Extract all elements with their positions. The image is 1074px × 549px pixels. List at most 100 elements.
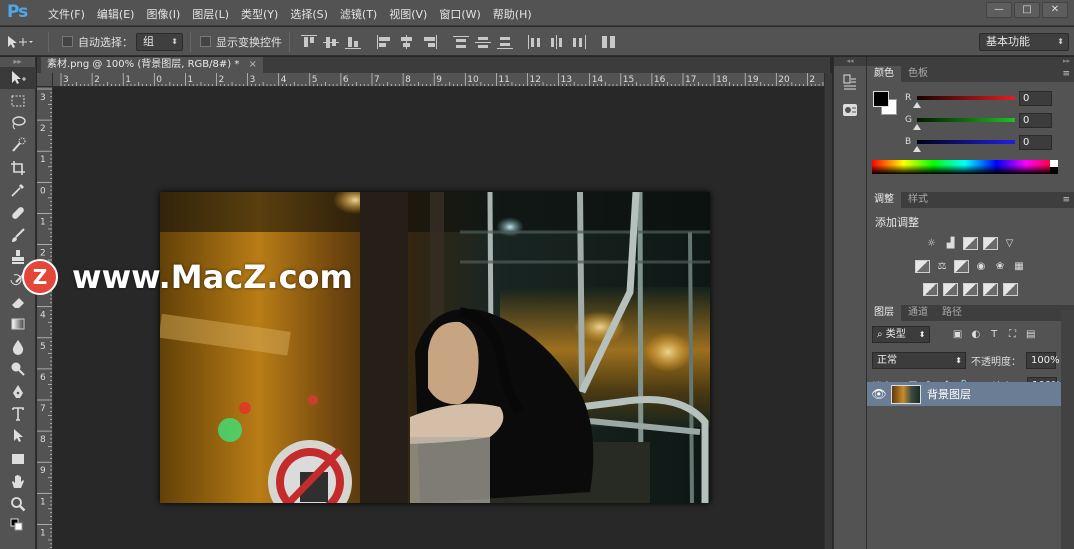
- tab-swatches[interactable]: 色板: [901, 66, 935, 82]
- white-swatch[interactable]: [1050, 160, 1058, 167]
- menu-help[interactable]: 帮助(H): [487, 6, 538, 22]
- black-white-icon[interactable]: [954, 260, 969, 273]
- invert-icon[interactable]: [923, 283, 938, 296]
- menu-layer[interactable]: 图层(L): [186, 6, 235, 22]
- quick-selection-tool-icon[interactable]: [0, 134, 36, 156]
- opacity-input[interactable]: 100%: [1026, 351, 1060, 369]
- pen-tool-icon[interactable]: [0, 380, 36, 402]
- crop-tool-icon[interactable]: [0, 157, 36, 179]
- green-slider[interactable]: [917, 118, 1015, 122]
- green-value-input[interactable]: 0: [1019, 113, 1052, 128]
- color-spectrum-ramp[interactable]: [872, 160, 1058, 174]
- auto-select-checkbox[interactable]: [62, 36, 73, 47]
- color-lookup-icon[interactable]: ▦: [1012, 260, 1026, 274]
- align-right-icon[interactable]: [421, 34, 437, 49]
- filter-pixel-icon[interactable]: ▣: [951, 327, 964, 341]
- auto-select-dropdown[interactable]: 组 ⬍: [136, 32, 183, 51]
- align-left-icon[interactable]: [377, 34, 393, 49]
- maximize-button[interactable]: □: [1014, 2, 1040, 18]
- color-balance-icon[interactable]: ⚖: [935, 260, 949, 274]
- zoom-tool-icon[interactable]: [0, 492, 36, 514]
- distribute-left-icon[interactable]: [527, 34, 543, 49]
- threshold-icon[interactable]: [963, 283, 978, 296]
- path-selection-tool-icon[interactable]: [0, 425, 36, 447]
- posterize-icon[interactable]: [943, 283, 958, 296]
- red-slider[interactable]: [917, 96, 1015, 100]
- distribute-bottom-icon[interactable]: [497, 35, 513, 49]
- distribute-top-icon[interactable]: [453, 35, 469, 49]
- auto-align-icon[interactable]: [601, 35, 617, 49]
- panel-collapse-icon[interactable]: ▸▸: [0, 57, 35, 67]
- close-tab-icon[interactable]: ×: [249, 59, 257, 70]
- filter-shape-icon[interactable]: ⛶: [1006, 327, 1019, 341]
- align-bottom-icon[interactable]: [345, 35, 361, 49]
- curves-icon[interactable]: [962, 237, 978, 250]
- menu-view[interactable]: 视图(V): [383, 6, 433, 22]
- dock-collapse-icon[interactable]: ◂◂: [834, 57, 866, 66]
- align-hcenter-icon[interactable]: [399, 34, 415, 49]
- tab-layers[interactable]: 图层: [867, 305, 901, 321]
- menu-file[interactable]: 文件(F): [42, 6, 91, 22]
- align-vcenter-icon[interactable]: [323, 35, 339, 49]
- foreground-color-swatch[interactable]: [873, 91, 889, 107]
- vertical-ruler[interactable]: 321012345678911: [37, 87, 53, 549]
- canvas-area[interactable]: [54, 88, 824, 549]
- menu-image[interactable]: 图像(I): [140, 6, 186, 22]
- channel-mixer-icon[interactable]: ❀: [993, 260, 1007, 274]
- green-slider-thumb[interactable]: [913, 124, 921, 130]
- tab-paths[interactable]: 路径: [935, 305, 969, 321]
- distribute-hcenter-icon[interactable]: [549, 34, 565, 49]
- eyedropper-tool-icon[interactable]: [0, 179, 36, 201]
- dodge-tool-icon[interactable]: [0, 358, 36, 380]
- exposure-icon[interactable]: [982, 237, 998, 250]
- eye-visibility-icon[interactable]: 👁: [867, 387, 891, 401]
- filter-adjustment-icon[interactable]: ◐: [969, 327, 982, 341]
- brush-tool-icon[interactable]: [0, 224, 36, 246]
- menu-filter[interactable]: 滤镜(T): [334, 6, 383, 22]
- show-transform-checkbox[interactable]: [200, 36, 211, 47]
- brightness-contrast-icon[interactable]: ☼: [925, 237, 939, 251]
- menu-select[interactable]: 选择(S): [284, 6, 334, 22]
- marquee-tool-icon[interactable]: [0, 89, 36, 111]
- workspace-dropdown[interactable]: 基本功能 ⬍: [979, 32, 1069, 51]
- properties-panel-icon[interactable]: [837, 98, 863, 122]
- move-tool-icon[interactable]: [0, 67, 36, 90]
- blue-value-input[interactable]: 0: [1019, 135, 1052, 150]
- tab-color[interactable]: 颜色: [867, 66, 901, 82]
- distribute-vcenter-icon[interactable]: [475, 35, 491, 49]
- filter-type-icon[interactable]: T: [988, 327, 1001, 341]
- blue-slider[interactable]: [917, 140, 1015, 144]
- tab-adjustments[interactable]: 调整: [867, 192, 901, 208]
- type-tool-icon[interactable]: [0, 403, 36, 425]
- hue-saturation-icon[interactable]: [915, 260, 930, 273]
- red-value-input[interactable]: 0: [1019, 91, 1052, 106]
- align-top-icon[interactable]: [301, 34, 317, 49]
- healing-brush-tool-icon[interactable]: [0, 201, 36, 223]
- canvas-vertical-scrollbar[interactable]: [824, 73, 832, 549]
- gradient-tool-icon[interactable]: [0, 313, 36, 335]
- blue-slider-thumb[interactable]: [913, 146, 921, 152]
- blend-mode-dropdown[interactable]: 正常 ⬍: [872, 351, 966, 369]
- hand-tool-icon[interactable]: [0, 470, 36, 492]
- panel-collapse-icon[interactable]: ▸▸: [867, 57, 1074, 66]
- lasso-tool-icon[interactable]: [0, 112, 36, 134]
- vibrance-icon[interactable]: ▽: [1003, 237, 1017, 251]
- tab-styles[interactable]: 样式: [901, 192, 935, 208]
- menu-edit[interactable]: 编辑(E): [91, 6, 141, 22]
- levels-icon[interactable]: ▟: [944, 237, 958, 251]
- minimize-button[interactable]: —: [986, 2, 1012, 18]
- red-slider-thumb[interactable]: [913, 102, 921, 108]
- panel-menu-icon[interactable]: ≡: [1062, 66, 1070, 82]
- layer-name[interactable]: 背景图层: [927, 386, 971, 402]
- close-window-button[interactable]: ✕: [1042, 2, 1068, 18]
- history-panel-icon[interactable]: [837, 70, 863, 94]
- move-tool-preset[interactable]: [4, 27, 34, 56]
- panel-menu-icon[interactable]: ≡: [1062, 192, 1070, 208]
- distribute-right-icon[interactable]: [571, 34, 587, 49]
- menu-window[interactable]: 窗口(W): [433, 6, 486, 22]
- blur-tool-icon[interactable]: [0, 336, 36, 358]
- selective-color-icon[interactable]: [983, 283, 998, 296]
- filter-smart-object-icon[interactable]: ▤: [1024, 327, 1037, 341]
- layers-scrollbar[interactable]: [1061, 310, 1074, 549]
- default-colors-icon[interactable]: [0, 515, 36, 537]
